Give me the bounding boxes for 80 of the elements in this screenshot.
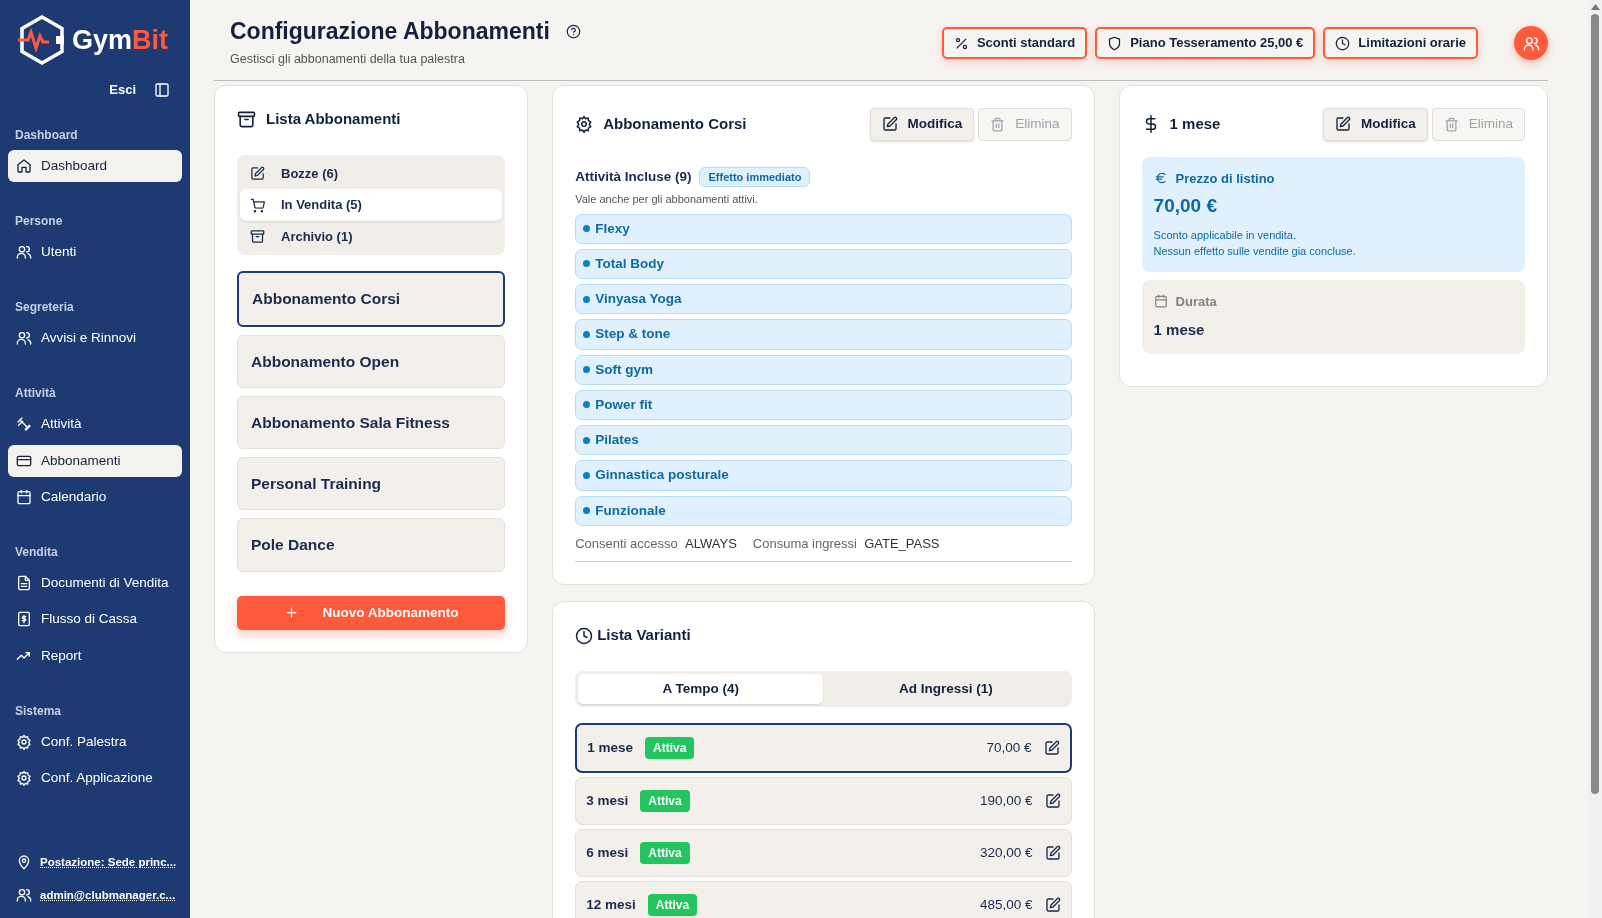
filter-tab[interactable]: Bozze (6) (240, 157, 503, 190)
variant-price: 70,00 € (986, 738, 1032, 757)
header-action-button[interactable]: Sconti standard (941, 27, 1088, 59)
field-label: Consuma ingressi (752, 535, 857, 551)
activity-item: Total Body (575, 248, 1072, 280)
filter-tab[interactable]: In Vendita (5) (240, 189, 503, 221)
activity-item: Step & tone (575, 319, 1072, 350)
duration-value: 1 mese (1153, 320, 1206, 341)
activity-item: Vinyasa Yoga (575, 284, 1072, 315)
section-label: Attività Incluse (9) (575, 167, 692, 186)
subscription-item[interactable]: Personal Training (237, 457, 506, 511)
edit-button[interactable]: Modifica (869, 108, 975, 141)
sidebar-item[interactable]: Utenti (8, 235, 182, 268)
section-label: Segreteria (14, 299, 75, 316)
sidebar-item[interactable]: Flusso di Cassa (8, 603, 182, 636)
variant-name: 3 mesi (586, 791, 629, 810)
variant-row[interactable]: 1 mese Attiva 70,00 € (575, 723, 1072, 774)
status-tag: Attiva (647, 894, 698, 917)
logo-text: GymBit (72, 23, 169, 57)
status-tag: Attiva (640, 790, 690, 813)
sidebar-item[interactable]: Dashboard (8, 149, 182, 182)
activity-item: Soft gym (575, 354, 1072, 385)
card-title: Lista Varianti (597, 625, 691, 646)
variant-price: 485,00 € (980, 895, 1033, 914)
activity-item: Funzionale (575, 495, 1072, 526)
sidebar-item[interactable]: Abbonamenti (8, 444, 182, 477)
price-note: Sconto applicabile in vendita. (1153, 227, 1298, 243)
filter-tab[interactable]: Archivio (1) (240, 220, 503, 253)
activity-item: Pilates (575, 425, 1072, 456)
section-label: Sistema (14, 702, 63, 720)
subscription-item[interactable]: Abbonamento Sala Fitness (237, 395, 506, 450)
section-label: Persone (14, 212, 64, 230)
sidebar-item[interactable]: Conf. Palestra (8, 725, 182, 758)
variant-row[interactable]: 12 mesi Attiva 485,00 € (575, 881, 1072, 918)
variant-row[interactable]: 6 mesi Attiva 320,00 € (575, 829, 1072, 878)
sidebar-item[interactable]: Documenti di Vendita (8, 567, 182, 600)
status-tag: Attiva (640, 842, 690, 865)
activity-item: Power fit (575, 389, 1072, 421)
subscription-item[interactable]: Pole Dance (237, 518, 506, 572)
price-label: Prezzo di listino (1175, 169, 1275, 188)
activity-item: Ginnastica posturale (575, 460, 1072, 491)
edit-button[interactable]: Modifica (1322, 108, 1428, 141)
section-label: Attività (14, 385, 57, 403)
footer-link[interactable]: admin@clubmanager.c... (40, 886, 176, 904)
effect-tag: Effetto immediato (699, 166, 811, 188)
page-subtitle: Gestisci gli abbonamenti della tua palestra (230, 50, 466, 68)
price-value: 70,00 € (1153, 194, 1218, 219)
sidebar-item[interactable]: Calendario (8, 480, 182, 513)
variant-tab[interactable]: Ad Ingressi (1) (823, 673, 1069, 705)
variant-name: 12 mesi (586, 895, 636, 914)
subscription-item[interactable]: Abbonamento Corsi (237, 271, 506, 327)
subscription-item[interactable]: Abbonamento Open (237, 334, 506, 388)
field-value: ALWAYS (685, 535, 737, 551)
card-title: Abbonamento Corsi (603, 114, 747, 135)
header-action-button[interactable]: Limitazioni orarie (1323, 27, 1478, 59)
variant-price: 320,00 € (980, 843, 1033, 862)
card-title: 1 mese (1169, 114, 1221, 135)
variant-tab[interactable]: A Tempo (4) (578, 673, 824, 705)
section-label: Dashboard (14, 126, 79, 144)
field-value: GATE_PASS (864, 535, 940, 551)
sidebar-item[interactable]: Attività (8, 408, 182, 441)
field-label: Consenti accesso (575, 535, 678, 551)
variant-price: 190,00 € (980, 791, 1033, 810)
header-action-button[interactable]: Piano Tesseramento 25,00 € (1095, 27, 1316, 59)
variant-name: 6 mesi (586, 843, 629, 862)
sidebar-item[interactable]: Conf. Applicazione (8, 762, 182, 795)
logout-link[interactable]: Esci (109, 80, 136, 100)
variant-row[interactable]: 3 mesi Attiva 190,00 € (575, 777, 1072, 826)
note-text: Vale anche per gli abbonamenti attivi. (575, 192, 759, 208)
section-label: Vendita (14, 544, 59, 561)
sidebar-item[interactable]: Avvisi e Rinnovi (8, 322, 182, 355)
sidebar-item[interactable]: Report (8, 639, 182, 672)
duration-label: Durata (1175, 292, 1217, 311)
page-title: Configurazione Abbonamenti (230, 18, 550, 46)
variant-name: 1 mese (587, 738, 633, 757)
price-note: Nessun effetto sulle vendite gia concluse. (1153, 244, 1357, 260)
footer-link[interactable]: Postazione: Sede princ... (40, 853, 177, 871)
status-tag: Attiva (645, 737, 695, 760)
activity-item: Flexy (575, 213, 1072, 244)
card-title: Lista Abbonamenti (266, 109, 401, 130)
